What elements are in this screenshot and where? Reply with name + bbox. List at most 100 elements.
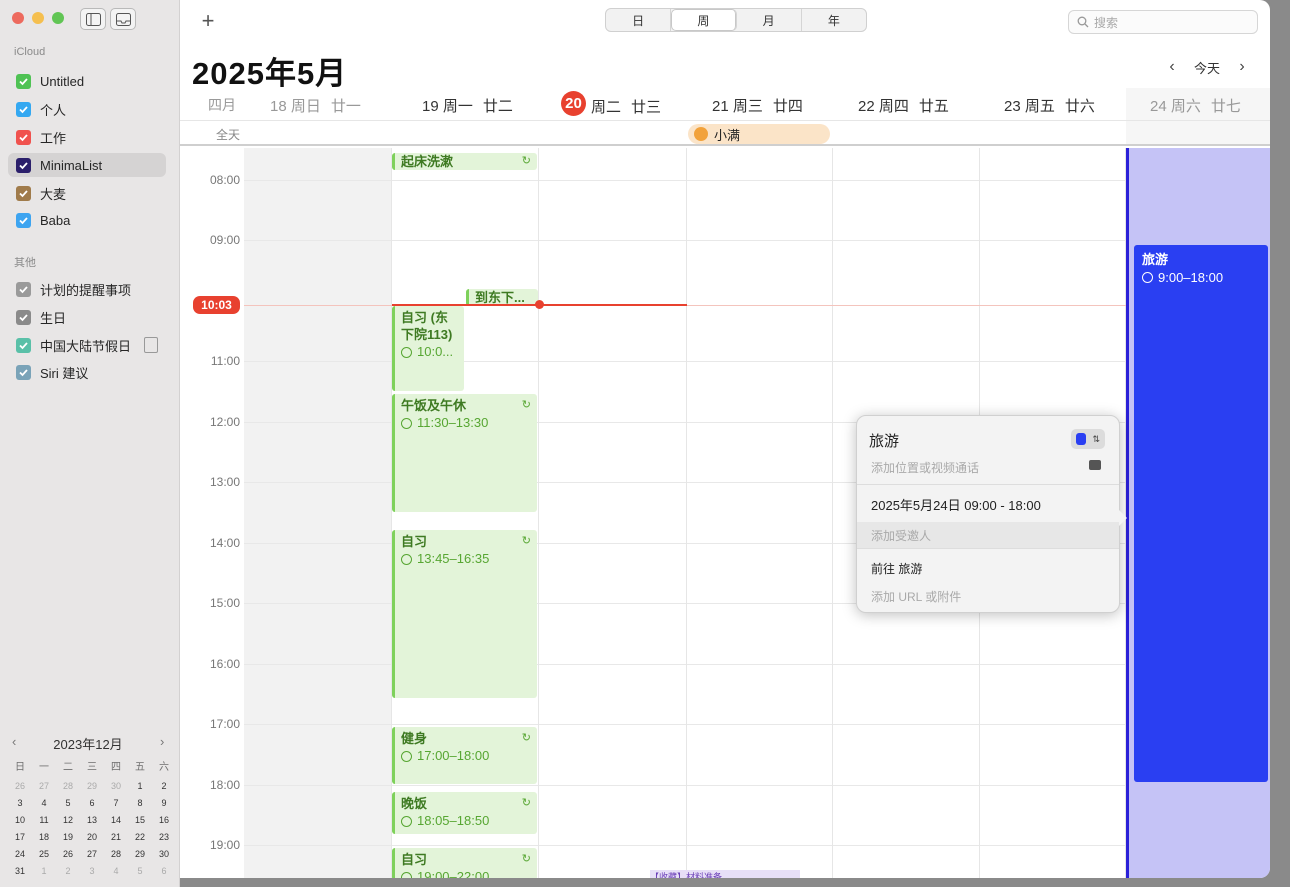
- chevron-left-icon[interactable]: ‹: [1162, 58, 1182, 76]
- mini-day-cell[interactable]: 1: [32, 863, 56, 880]
- mini-day-cell[interactable]: 12: [56, 812, 80, 829]
- mini-day-cell[interactable]: 30: [152, 846, 176, 863]
- mini-day-cell[interactable]: 15: [128, 812, 152, 829]
- invitees-field[interactable]: 添加受邀人: [871, 527, 931, 544]
- view-day-tab[interactable]: 日: [606, 9, 672, 31]
- mini-day-cell[interactable]: 26: [56, 846, 80, 863]
- mini-day-cell[interactable]: 4: [104, 863, 128, 880]
- day-header-sat[interactable]: 24 周六 廿七: [1150, 95, 1241, 116]
- mini-day-cell[interactable]: 24: [8, 846, 32, 863]
- calendar-list-toggle-icon[interactable]: [80, 8, 106, 30]
- mini-day-cell[interactable]: 16: [152, 812, 176, 829]
- mini-day-cell[interactable]: 28: [104, 846, 128, 863]
- day-header-thu[interactable]: 22 周四 廿五: [858, 95, 949, 116]
- calendar-color-picker[interactable]: ⇅: [1071, 429, 1105, 449]
- sidebar-item-personal[interactable]: 个人: [8, 97, 166, 121]
- event-study-morning[interactable]: 自习 (东下院113) 10:0...: [392, 306, 464, 391]
- location-field[interactable]: 添加位置或视频通话: [871, 459, 979, 476]
- mini-day-cell[interactable]: 23: [152, 829, 176, 846]
- checkbox-icon[interactable]: [16, 129, 31, 145]
- mini-next-month-button[interactable]: ›: [160, 734, 164, 749]
- sidebar-item-minimalist[interactable]: MinimaList: [8, 153, 166, 177]
- sidebar-item-baba[interactable]: Baba: [8, 208, 166, 232]
- sidebar-item-siri[interactable]: Siri 建议: [8, 360, 166, 384]
- sidebar-item-holidays[interactable]: 中国大陆节假日: [8, 333, 166, 357]
- sidebar-item-untitled[interactable]: Untitled: [8, 69, 166, 93]
- sidebar-item-reminders[interactable]: 计划的提醒事项: [8, 277, 166, 301]
- event-title-field[interactable]: 旅游: [869, 430, 1075, 450]
- checkbox-icon[interactable]: [16, 337, 31, 353]
- subscribe-icon[interactable]: [144, 337, 158, 353]
- sunday-column[interactable]: [244, 148, 391, 878]
- mini-day-cell[interactable]: 5: [56, 795, 80, 812]
- view-year-tab[interactable]: 年: [802, 9, 866, 31]
- mini-day-cell[interactable]: 18: [32, 829, 56, 846]
- mini-day-cell[interactable]: 21: [104, 829, 128, 846]
- search-input[interactable]: 搜索: [1068, 10, 1258, 34]
- chevron-right-icon[interactable]: ›: [1232, 58, 1252, 76]
- url-attachment-field[interactable]: 添加 URL 或附件: [871, 588, 961, 605]
- sidebar-item-work[interactable]: 工作: [8, 125, 166, 149]
- day-header-today[interactable]: 20 周二 廿三: [561, 91, 661, 120]
- checkbox-icon[interactable]: [16, 73, 31, 89]
- mini-day-cell[interactable]: 9: [152, 795, 176, 812]
- close-window-button[interactable]: [12, 12, 24, 24]
- today-button[interactable]: 今天: [1194, 58, 1220, 77]
- event-wake[interactable]: 起床洗漱 ↻: [392, 153, 537, 170]
- mini-day-cell[interactable]: 8: [128, 795, 152, 812]
- checkbox-icon[interactable]: [16, 281, 31, 297]
- mini-day-cell[interactable]: 7: [104, 795, 128, 812]
- day-header-wed[interactable]: 21 周三 廿四: [712, 95, 803, 116]
- mini-day-cell[interactable]: 3: [8, 795, 32, 812]
- checkbox-icon[interactable]: [16, 101, 31, 117]
- checkbox-icon[interactable]: [16, 212, 31, 228]
- mini-day-cell[interactable]: 6: [152, 863, 176, 880]
- mini-day-cell[interactable]: 26: [8, 778, 32, 795]
- mini-day-cell[interactable]: 28: [56, 778, 80, 795]
- mini-day-cell[interactable]: 6: [80, 795, 104, 812]
- day-header-mon[interactable]: 19 周一 廿二: [422, 95, 513, 116]
- mini-day-cell[interactable]: 2: [56, 863, 80, 880]
- inbox-tray-icon[interactable]: [110, 8, 136, 30]
- checkbox-icon[interactable]: [16, 157, 31, 173]
- mini-day-cell[interactable]: 25: [32, 846, 56, 863]
- mini-day-cell[interactable]: 27: [32, 778, 56, 795]
- mini-day-cell[interactable]: 5: [128, 863, 152, 880]
- mini-day-cell[interactable]: 14: [104, 812, 128, 829]
- checkbox-icon[interactable]: [16, 309, 31, 325]
- event-lunch[interactable]: 午饭及午休 11:30–13:30 ↻: [392, 394, 537, 512]
- mini-day-cell[interactable]: 27: [80, 846, 104, 863]
- travel-alert[interactable]: 前往 旅游: [871, 560, 922, 577]
- view-week-tab[interactable]: 周: [671, 9, 737, 31]
- mini-day-cell[interactable]: 4: [32, 795, 56, 812]
- mini-day-cell[interactable]: 29: [80, 778, 104, 795]
- checkbox-icon[interactable]: [16, 185, 31, 201]
- mini-day-cell[interactable]: 31: [8, 863, 32, 880]
- mini-day-cell[interactable]: 13: [80, 812, 104, 829]
- mini-day-cell[interactable]: 19: [56, 829, 80, 846]
- event-dinner[interactable]: 晚饭 18:05–18:50 ↻: [392, 792, 537, 834]
- mini-day-cell[interactable]: 30: [104, 778, 128, 795]
- event-trip[interactable]: 旅游 9:00–18:00: [1134, 245, 1268, 782]
- zoom-window-button[interactable]: [52, 12, 64, 24]
- mini-day-cell[interactable]: 2: [152, 778, 176, 795]
- mini-day-cell[interactable]: 1: [128, 778, 152, 795]
- event-gym[interactable]: 健身 17:00–18:00 ↻: [392, 727, 537, 784]
- event-study-afternoon[interactable]: 自习 13:45–16:35 ↻: [392, 530, 537, 698]
- video-camera-icon[interactable]: [1089, 460, 1101, 470]
- mini-day-cell[interactable]: 11: [32, 812, 56, 829]
- mini-day-cell[interactable]: 29: [128, 846, 152, 863]
- minimize-window-button[interactable]: [32, 12, 44, 24]
- day-header-sun[interactable]: 18 周日 廿一: [270, 95, 361, 116]
- day-header-fri[interactable]: 23 周五 廿六: [1004, 95, 1095, 116]
- sidebar-item-birthdays[interactable]: 生日: [8, 305, 166, 329]
- event-study-evening[interactable]: 自习 19:00–22:00 ↻: [392, 848, 537, 878]
- view-month-tab[interactable]: 月: [737, 9, 802, 31]
- allday-event-xiaoman[interactable]: 小满: [688, 124, 830, 144]
- add-event-button[interactable]: +: [188, 5, 228, 37]
- sidebar-item-damai[interactable]: 大麦: [8, 181, 166, 205]
- event-datetime[interactable]: 2025年5月24日 09:00 - 18:00: [871, 495, 1041, 514]
- mini-day-cell[interactable]: 3: [80, 863, 104, 880]
- checkbox-icon[interactable]: [16, 364, 31, 380]
- mini-day-cell[interactable]: 10: [8, 812, 32, 829]
